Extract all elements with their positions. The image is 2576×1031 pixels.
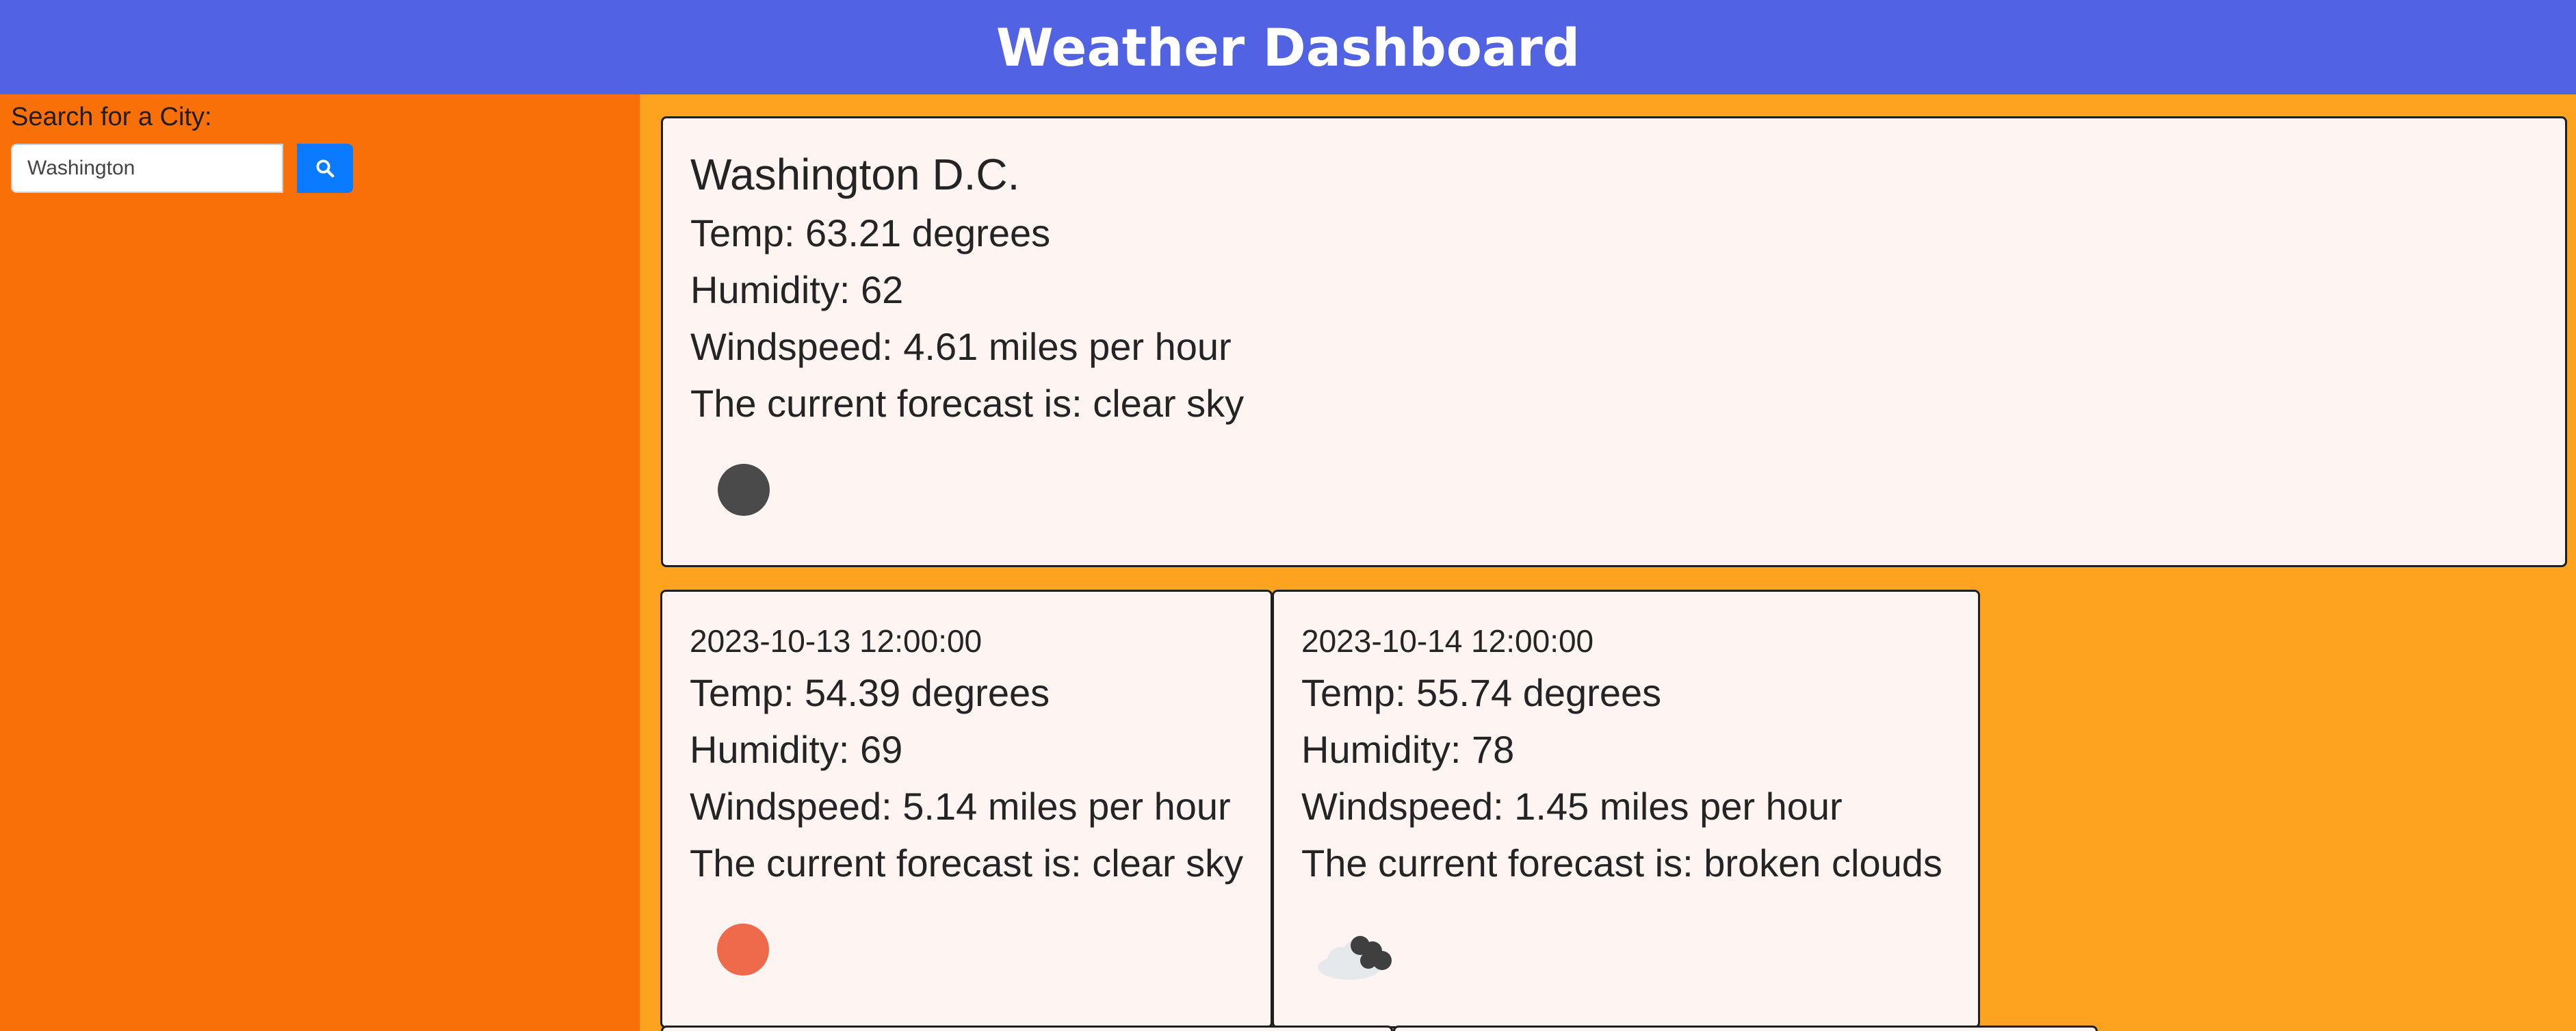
forecast-windspeed: Windspeed: 1.45 miles per hour xyxy=(1301,785,1843,828)
current-windspeed: Windspeed: 4.61 miles per hour xyxy=(690,325,1232,368)
search-label: Search for a City: xyxy=(11,103,212,131)
current-weather-card: Washington D.C. Temp: 63.21 degrees Humi… xyxy=(661,116,2567,567)
forecast-humidity: Humidity: 78 xyxy=(1301,728,1515,771)
current-temp: Temp: 63.21 degrees xyxy=(690,211,1051,255)
forecast-card: 2023-10-13 12:00:00 Temp: 54.39 degrees … xyxy=(660,590,1273,1028)
search-icon xyxy=(316,159,335,178)
forecast-windspeed: Windspeed: 5.14 miles per hour xyxy=(690,785,1231,828)
current-forecast: The current forecast is: clear sky xyxy=(690,382,1245,425)
sidebar xyxy=(0,94,640,1031)
broken-clouds-icon xyxy=(1318,936,1392,980)
clear-sky-night-icon xyxy=(718,464,770,516)
forecast-date: 2023-10-13 12:00:00 xyxy=(690,623,983,659)
forecast-humidity: Humidity: 69 xyxy=(690,728,903,771)
page-title: Weather Dashboard xyxy=(996,16,1580,78)
forecast-description: The current forecast is: broken clouds xyxy=(1301,841,1942,885)
current-humidity: Humidity: 62 xyxy=(690,268,904,311)
search-input[interactable] xyxy=(11,144,283,193)
clear-sky-icon xyxy=(717,924,769,976)
page-header: Weather Dashboard xyxy=(0,0,2576,94)
forecast-temp: Temp: 55.74 degrees xyxy=(1301,671,1662,714)
city-name: Washington D.C. xyxy=(690,150,1020,199)
forecast-date: 2023-10-14 12:00:00 xyxy=(1301,623,1594,659)
forecast-card: 2023-10-14 12:00:00 Temp: 55.74 degrees … xyxy=(1272,590,1980,1028)
forecast-card xyxy=(661,1026,1393,1031)
forecast-card xyxy=(1393,1026,2098,1031)
forecast-description: The current forecast is: clear sky xyxy=(690,841,1244,885)
search-button[interactable] xyxy=(297,144,353,193)
forecast-temp: Temp: 54.39 degrees xyxy=(690,671,1050,714)
